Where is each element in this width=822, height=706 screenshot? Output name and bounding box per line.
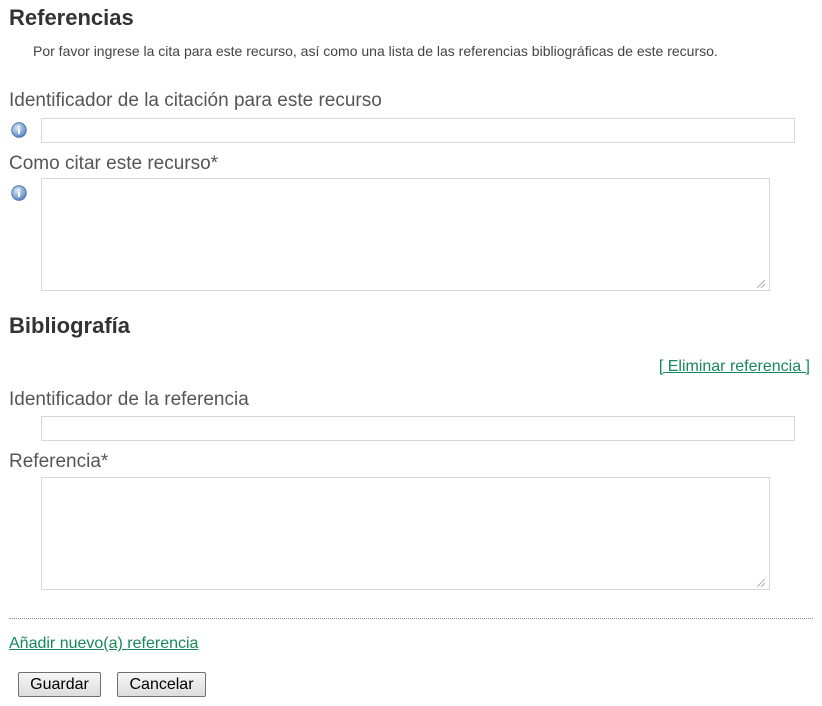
- add-reference-link[interactable]: Añadir nuevo(a) referencia: [9, 636, 198, 652]
- resize-grip-icon[interactable]: [757, 280, 765, 288]
- reference-id-label: Identificador de la referencia: [9, 389, 249, 410]
- reference-label: Referencia*: [9, 451, 109, 472]
- bibliography-title: Bibliografía: [9, 313, 131, 338]
- reference-textarea[interactable]: [41, 477, 770, 590]
- how-to-cite-label: Como citar este recurso*: [9, 153, 219, 174]
- references-title: Referencias: [9, 5, 134, 30]
- citation-id-input[interactable]: [41, 118, 795, 143]
- save-button[interactable]: Guardar: [18, 672, 101, 697]
- references-intro: Por favor ingrese la cita para este recu…: [33, 43, 718, 59]
- info-icon[interactable]: [11, 122, 27, 138]
- how-to-cite-textarea[interactable]: [41, 178, 770, 291]
- cancel-button[interactable]: Cancelar: [117, 672, 206, 697]
- section-divider: [9, 618, 813, 619]
- info-icon[interactable]: [11, 185, 27, 201]
- citation-id-label: Identificador de la citación para este r…: [9, 90, 382, 111]
- reference-id-input[interactable]: [41, 416, 795, 441]
- remove-reference-link[interactable]: [ Eliminar referencia ]: [659, 359, 810, 375]
- resize-grip-icon[interactable]: [757, 579, 765, 587]
